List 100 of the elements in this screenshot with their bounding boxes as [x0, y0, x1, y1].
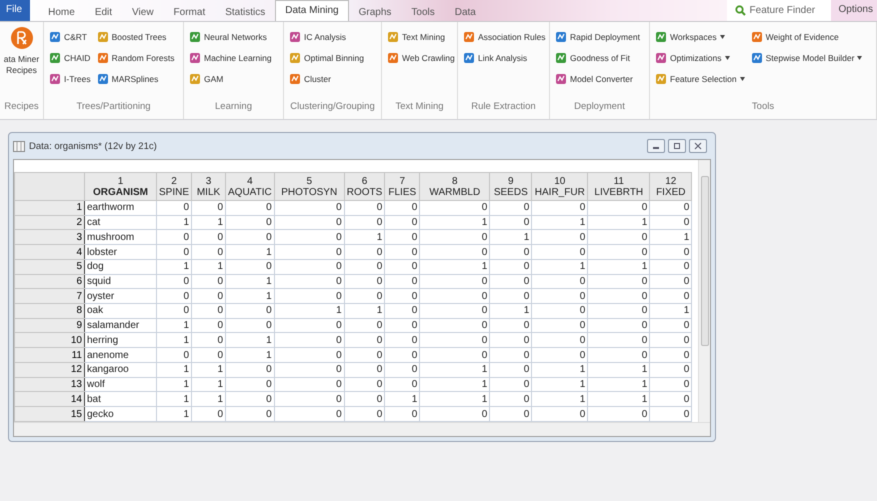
ribbon-tab[interactable]: Graphs [348, 2, 402, 21]
table-cell: 0 [226, 392, 274, 407]
table-cell: 0 [192, 304, 226, 318]
ribbon-button[interactable]: Stepwise Model Builder [750, 47, 862, 68]
ribbon-button[interactable]: Feature Selection [655, 68, 745, 89]
table-cell: 1 [420, 259, 490, 274]
table-cell: 0 [156, 244, 192, 260]
table-cell: 0 [490, 348, 532, 362]
group-label: Rule Extraction [470, 101, 537, 114]
column-header[interactable]: 9 SEEDS [490, 172, 532, 200]
ribbon-button[interactable]: Web Crawling [387, 47, 455, 68]
table-cell: 0 [274, 259, 344, 274]
column-header[interactable]: 12 FIXED [650, 172, 692, 200]
horizontal-scrollbar[interactable] [14, 422, 710, 436]
row-header[interactable]: 5 [14, 259, 84, 274]
table-cell: 0 [490, 274, 532, 289]
ribbon-button[interactable]: Boosted Trees [96, 26, 174, 47]
table-cell: 0 [274, 244, 344, 260]
ribbon-button[interactable]: Association Rules [463, 26, 546, 47]
table-cell: 0 [344, 259, 385, 274]
file-menu[interactable]: File [0, 0, 30, 21]
table-cell: 1 [344, 304, 385, 318]
ribbon-button[interactable]: Random Forests [96, 47, 174, 68]
ribbon-button[interactable]: Text Mining [387, 26, 455, 47]
column-header[interactable]: 8 WARMBLD [420, 172, 490, 200]
ribbon-tab[interactable]: Home [38, 2, 85, 21]
ribbon-tab[interactable]: Tools [401, 2, 445, 21]
tool-icon [655, 30, 667, 42]
ribbon-button[interactable]: Optimal Binning [289, 47, 364, 68]
maximize-button[interactable] [668, 139, 686, 153]
row-header[interactable]: 15 [14, 406, 84, 422]
ribbon-button[interactable]: Optimizations [655, 47, 745, 68]
column-header[interactable]: 5 PHOTOSYN [274, 172, 344, 200]
column-header[interactable]: 3 MILK [192, 172, 226, 200]
prescription-icon[interactable] [10, 26, 34, 50]
row-header[interactable]: 13 [14, 377, 84, 392]
table-cell: 0 [650, 377, 692, 392]
row-header[interactable]: 1 [14, 200, 84, 216]
row-header[interactable]: 4 [14, 244, 84, 260]
ribbon-button[interactable]: Rapid Deployment [555, 26, 640, 47]
ribbon-button[interactable]: IC Analysis [289, 26, 364, 47]
ribbon-tab[interactable]: Format [164, 2, 216, 21]
ribbon-button[interactable]: C&RT [49, 26, 91, 47]
ribbon-tab[interactable]: Data Mining [275, 0, 349, 21]
ribbon-tab[interactable]: Data [444, 2, 486, 21]
ribbon-button[interactable]: Model Converter [555, 68, 640, 89]
ribbon-tab[interactable]: Edit [84, 2, 122, 21]
vertical-scrollbar[interactable] [698, 160, 710, 422]
table-cell: 1 [588, 362, 650, 378]
minimize-button[interactable] [647, 139, 665, 153]
table-cell: 0 [490, 200, 532, 216]
table-cell: 0 [344, 362, 385, 378]
row-header[interactable]: 14 [14, 392, 84, 407]
group-label: Clustering/Grouping [289, 101, 376, 114]
table-cell: 0 [274, 348, 344, 362]
tool-icon [387, 30, 399, 42]
row-header[interactable]: 3 [14, 230, 84, 245]
column-header[interactable]: 6 ROOTS [344, 172, 385, 200]
table-cell: bat [84, 392, 156, 407]
ribbon-tab[interactable]: Statistics [215, 2, 276, 21]
row-header[interactable]: 2 [14, 215, 84, 230]
row-header[interactable]: 7 [14, 288, 84, 304]
tool-icon [49, 52, 61, 64]
row-header[interactable]: 12 [14, 362, 84, 378]
column-header[interactable]: 1 ORGANISM [84, 172, 156, 200]
column-header[interactable]: 7 FLIES [384, 172, 420, 200]
table-cell: 0 [226, 215, 274, 230]
column-header[interactable]: 10 HAIR_FUR [532, 172, 588, 200]
feature-finder-button[interactable]: Feature Finder [726, 0, 831, 21]
ribbon-button[interactable]: Weight of Evidence [750, 26, 862, 47]
ribbon-button[interactable]: Neural Networks [189, 26, 272, 47]
row-header[interactable]: 9 [14, 318, 84, 333]
ribbon-button[interactable]: Link Analysis [463, 47, 546, 68]
row-header[interactable]: 6 [14, 274, 84, 289]
table-cell: 1 [588, 392, 650, 407]
options-menu[interactable]: Options [830, 0, 877, 21]
tool-icon [555, 52, 567, 64]
row-header[interactable]: 11 [14, 348, 84, 362]
ribbon-button[interactable]: I-Trees [49, 68, 91, 89]
table-cell: 0 [192, 332, 226, 348]
column-header[interactable]: 2 SPINE [156, 172, 192, 200]
row-header[interactable]: 10 [14, 332, 84, 348]
close-button[interactable] [689, 139, 707, 153]
ribbon-button[interactable]: ata Miner Recipes [0, 54, 42, 76]
ribbon-button[interactable]: CHAID [49, 47, 91, 68]
table-cell: 0 [226, 230, 274, 245]
ribbon-button[interactable]: Workspaces [655, 26, 745, 47]
column-header[interactable]: 4 AQUATIC [226, 172, 274, 200]
ribbon-button[interactable]: Machine Learning [189, 47, 272, 68]
ribbon-tab[interactable]: View [122, 2, 164, 21]
table-cell: 1 [274, 304, 344, 318]
ribbon-button[interactable]: MARSplines [96, 68, 174, 89]
ribbon-button[interactable]: Cluster [289, 68, 364, 89]
tool-icon [463, 52, 475, 64]
table-cell: 0 [490, 259, 532, 274]
ribbon-button[interactable]: Goodness of Fit [555, 47, 640, 68]
column-header[interactable]: 11 LIVEBRTH [588, 172, 650, 200]
ribbon-button[interactable]: GAM [189, 68, 272, 89]
row-header[interactable]: 8 [14, 304, 84, 318]
table-cell: 0 [650, 259, 692, 274]
